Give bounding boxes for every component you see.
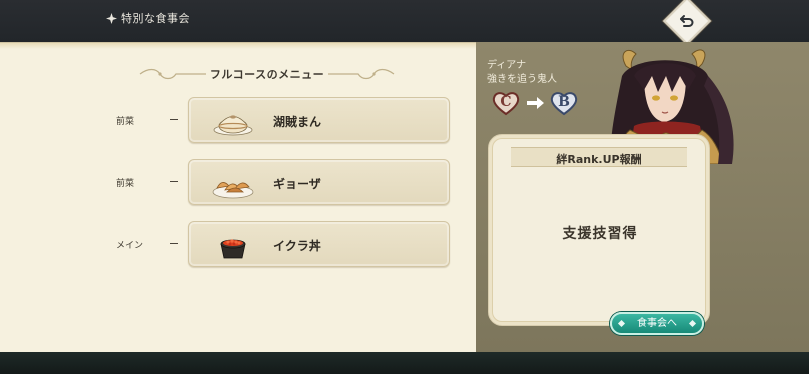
screen-title-text: 特別な食事会	[121, 12, 190, 25]
ikura-don-icon	[220, 239, 246, 259]
reward-card: 絆Rank.UP報酬 支援技習得	[488, 134, 710, 326]
course-dash	[170, 243, 178, 244]
bottom-bar	[0, 352, 809, 374]
course-label: 前菜	[116, 117, 135, 127]
rank-from-letter: C	[500, 94, 512, 110]
course-row-appetizer-2: 前菜 ギョーザ	[0, 159, 476, 207]
gyoza-icon	[212, 182, 254, 199]
dish-card-gyoza[interactable]: ギョーザ	[188, 159, 450, 205]
diamond-right-icon	[688, 319, 697, 328]
ornament-icon	[106, 12, 117, 24]
dish-name: イクラ丼	[273, 239, 321, 253]
screen-title: 特別な食事会	[106, 10, 190, 26]
course-row-main: メイン イクラ丼	[0, 221, 476, 269]
rank-from-badge: C	[492, 90, 520, 116]
rank-to-letter: B	[558, 94, 570, 110]
diamond-left-icon	[617, 319, 626, 328]
reward-text: 支援技習得	[562, 226, 638, 242]
steamed-bun-icon	[213, 115, 253, 136]
dish-card-ikura-don[interactable]: イクラ丼	[188, 221, 450, 267]
dish-card-kozoku-man[interactable]: 湖賊まん	[188, 97, 450, 143]
rank-to-badge: B	[550, 90, 578, 116]
course-menu-panel: フルコースのメニュー 前菜 湖賊まん 前菜 ギョーザ メイン イクラ丼	[0, 42, 476, 352]
character-panel: ディアナ 強きを追う鬼人 C B 絆Rank.UP報酬 支援技習得	[476, 42, 809, 352]
arrow-right-icon	[527, 97, 544, 109]
course-row-appetizer-1: 前菜 湖賊まん	[0, 97, 476, 145]
flourish-left-icon	[139, 68, 206, 80]
top-bar: 特別な食事会	[0, 0, 809, 46]
course-dash	[170, 119, 178, 120]
back-button[interactable]	[662, 0, 712, 46]
go-to-dinner-button[interactable]: 食事会へ	[610, 312, 704, 335]
course-label: メイン	[116, 241, 144, 251]
course-label: 前菜	[116, 179, 135, 189]
reward-heading-bar: 絆Rank.UP報酬	[511, 147, 687, 167]
reward-heading: 絆Rank.UP報酬	[556, 153, 642, 166]
course-dash	[170, 181, 178, 182]
menu-title-bar: フルコースのメニュー	[138, 65, 396, 83]
return-arrow-icon	[680, 15, 694, 28]
dish-name: ギョーザ	[273, 177, 321, 191]
character-subtitle: 強きを追う鬼人	[487, 74, 557, 85]
dish-name: 湖賊まん	[273, 115, 322, 129]
character-name: ディアナ	[487, 60, 527, 71]
flourish-right-icon	[328, 68, 395, 80]
go-to-dinner-label: 食事会へ	[637, 318, 677, 329]
menu-title: フルコースのメニュー	[209, 68, 325, 81]
